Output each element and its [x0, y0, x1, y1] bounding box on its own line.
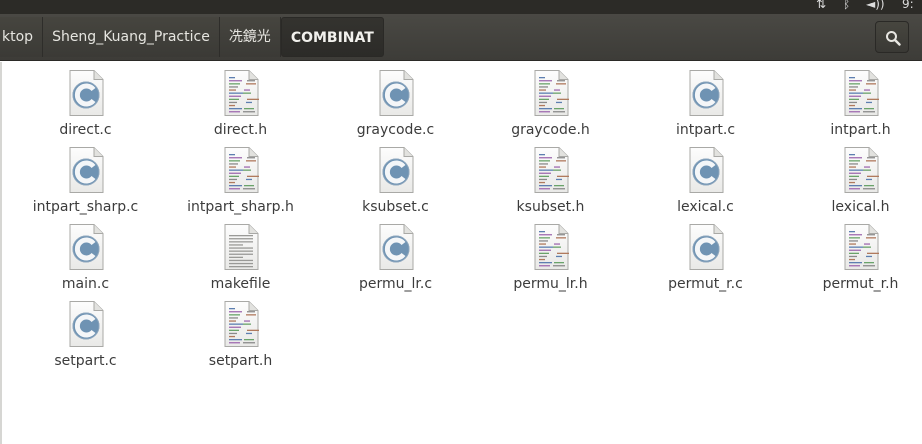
c-source-file-icon [686, 146, 726, 194]
file-name: intpart.c [675, 122, 736, 138]
file-item[interactable]: permut_r.c [628, 221, 783, 298]
file-item[interactable]: permu_lr.c [318, 221, 473, 298]
c-header-file-icon [531, 69, 571, 117]
file-item[interactable]: ksubset.h [473, 144, 628, 221]
file-name: intpart_sharp.c [32, 199, 139, 215]
volume-icon[interactable]: ◄)) [866, 0, 885, 11]
file-item[interactable]: lexical.c [628, 144, 783, 221]
c-source-file-icon [376, 223, 416, 271]
c-source-file-icon [66, 223, 106, 271]
file-name: lexical.h [831, 199, 890, 215]
icon-grid: direct.c direct.h graycode.c graycode.h intp… [8, 67, 922, 375]
file-name: permu_lr.c [358, 276, 433, 292]
system-top-panel: ⇅ ᛒ ◄)) 9: [0, 0, 922, 14]
file-item[interactable]: main.c [8, 221, 163, 298]
text-file-icon [221, 223, 261, 271]
c-source-file-icon [66, 146, 106, 194]
c-source-file-icon [686, 223, 726, 271]
file-name: ksubset.c [362, 199, 429, 215]
bluetooth-icon[interactable]: ᛒ [843, 0, 850, 11]
file-item[interactable]: direct.h [163, 67, 318, 144]
file-name: permu_lr.h [513, 276, 588, 292]
c-header-file-icon [531, 223, 571, 271]
file-name: setpart.c [54, 353, 117, 369]
file-name: setpart.h [208, 353, 273, 369]
file-item[interactable]: permu_lr.h [473, 221, 628, 298]
c-source-file-icon [66, 300, 106, 348]
breadcrumb: ktop Sheng_Kuang_Practice 冼鏡光 COMBINAT [0, 17, 384, 57]
c-source-file-icon [376, 146, 416, 194]
c-header-file-icon [841, 69, 881, 117]
file-name: intpart.h [830, 122, 891, 138]
network-icon[interactable]: ⇅ [816, 0, 826, 11]
c-source-file-icon [686, 69, 726, 117]
file-item[interactable]: ksubset.c [318, 144, 473, 221]
c-header-file-icon [531, 146, 571, 194]
file-name: graycode.h [511, 122, 590, 138]
header-bar: ktop Sheng_Kuang_Practice 冼鏡光 COMBINAT [0, 14, 922, 61]
breadcrumb-item[interactable]: ktop [0, 17, 44, 57]
file-view[interactable]: direct.c direct.h graycode.c graycode.h intp… [0, 62, 922, 444]
file-item[interactable]: makefile [163, 221, 318, 298]
file-name: direct.c [59, 122, 112, 138]
file-name: direct.h [213, 122, 268, 138]
file-name: ksubset.h [516, 199, 585, 215]
file-name: lexical.c [677, 199, 734, 215]
c-source-file-icon [66, 69, 106, 117]
search-icon [886, 31, 901, 46]
breadcrumb-item[interactable]: Sheng_Kuang_Practice [43, 17, 220, 57]
file-item[interactable]: intpart_sharp.h [163, 144, 318, 221]
file-item[interactable]: intpart.c [628, 67, 783, 144]
file-name: makefile [210, 276, 271, 292]
file-name: permut_r.c [668, 276, 743, 292]
c-header-file-icon [221, 69, 261, 117]
file-name: graycode.c [356, 122, 435, 138]
breadcrumb-item[interactable]: 冼鏡光 [219, 17, 281, 57]
c-source-file-icon [376, 69, 416, 117]
file-item[interactable]: graycode.h [473, 67, 628, 144]
file-name: main.c [61, 276, 110, 292]
c-header-file-icon [221, 300, 261, 348]
file-item[interactable]: direct.c [8, 67, 163, 144]
clock[interactable]: 9: [902, 0, 914, 11]
file-item[interactable]: setpart.h [163, 298, 318, 375]
file-item[interactable]: intpart.h [783, 67, 922, 144]
search-button[interactable] [875, 21, 909, 53]
c-header-file-icon [841, 223, 881, 271]
file-item[interactable]: lexical.h [783, 144, 922, 221]
file-item[interactable]: permut_r.h [783, 221, 922, 298]
file-name: permut_r.h [822, 276, 899, 292]
c-header-file-icon [221, 146, 261, 194]
file-item[interactable]: setpart.c [8, 298, 163, 375]
breadcrumb-item[interactable]: COMBINAT [280, 17, 384, 57]
file-item[interactable]: graycode.c [318, 67, 473, 144]
c-header-file-icon [841, 146, 881, 194]
file-item[interactable]: intpart_sharp.c [8, 144, 163, 221]
file-name: intpart_sharp.h [187, 199, 294, 215]
